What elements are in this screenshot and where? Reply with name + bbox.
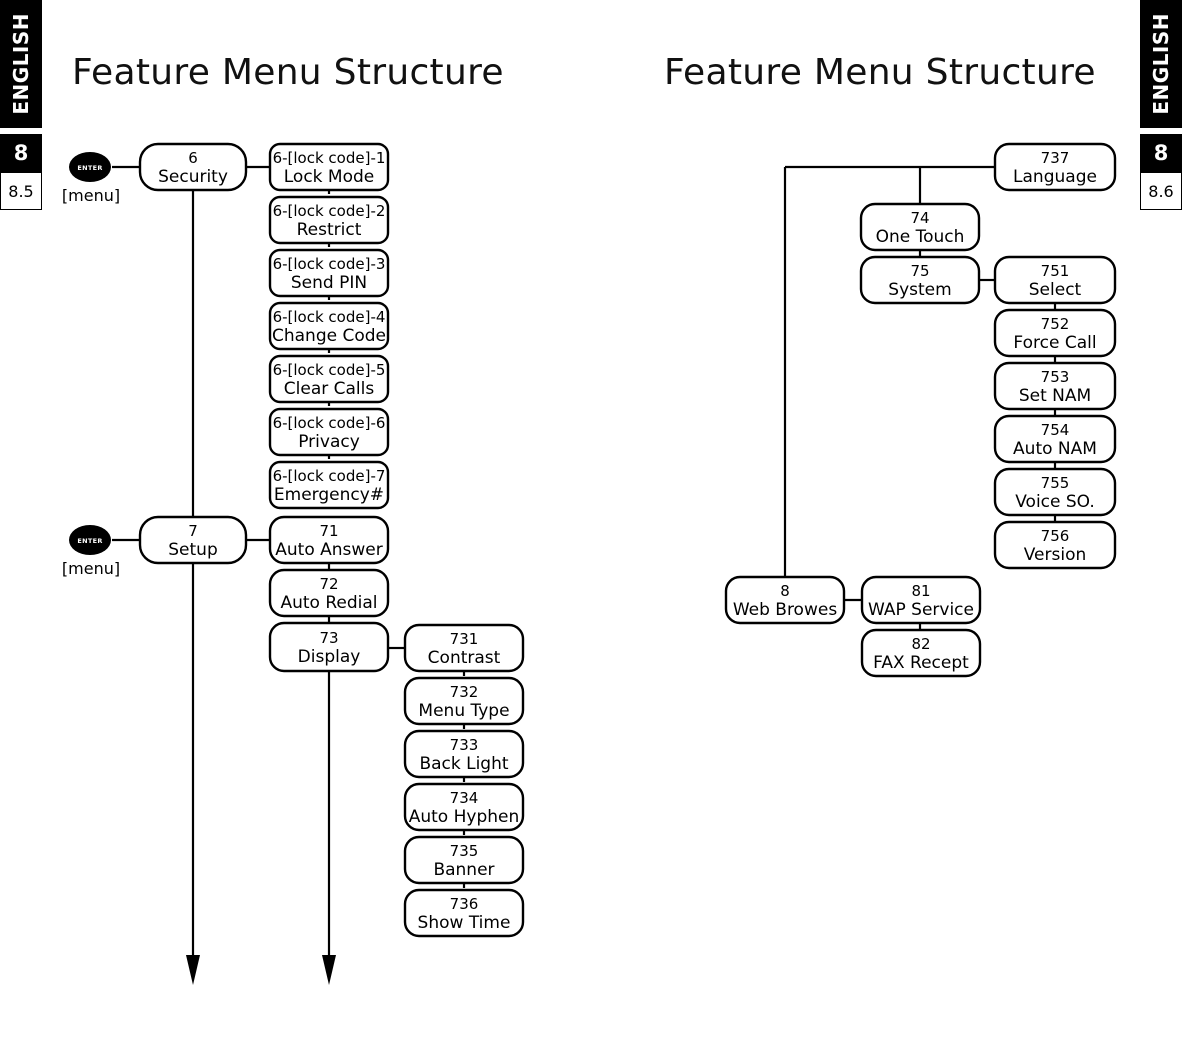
node-code: 6 (188, 149, 198, 167)
node-auto-answer[interactable]: 71 Auto Answer (268, 515, 390, 565)
enter-key-caption: [menu] (62, 559, 120, 578)
node-label: Auto Redial (280, 593, 377, 613)
node-code: 6-[lock code]-3 (273, 255, 386, 273)
node-menu-type[interactable]: 732 Menu Type (403, 676, 525, 726)
node-code: 74 (910, 209, 929, 227)
node-code: 752 (1041, 315, 1070, 333)
node-change-code[interactable]: 6-[lock code]-4 Change Code (268, 301, 390, 351)
node-label: Back Light (419, 754, 508, 774)
node-system[interactable]: 75 System (859, 255, 981, 305)
node-code: 737 (1041, 149, 1070, 167)
enter-key-glyph: ENTER (77, 537, 102, 545)
node-code: 6-[lock code]-1 (273, 149, 386, 167)
node-label: Clear Calls (284, 379, 375, 399)
node-code: 6-[lock code]-4 (273, 308, 386, 326)
node-code: 6-[lock code]-2 (273, 202, 386, 220)
node-code: 734 (450, 789, 479, 807)
node-label: Security (158, 167, 228, 187)
node-label: Show Time (418, 913, 511, 933)
node-label: Display (298, 647, 361, 667)
node-send-pin[interactable]: 6-[lock code]-3 Send PIN (268, 248, 390, 298)
node-back-light[interactable]: 733 Back Light (403, 729, 525, 779)
node-code: 6-[lock code]-7 (273, 467, 386, 485)
node-label: Privacy (298, 432, 360, 452)
node-label: Send PIN (291, 273, 367, 293)
node-security[interactable]: 6 Security (138, 142, 248, 192)
node-label: Web Browes (733, 600, 838, 620)
node-code: 756 (1041, 527, 1070, 545)
node-code: 71 (319, 522, 338, 540)
node-label: System (888, 280, 951, 300)
node-label: Force Call (1013, 333, 1096, 353)
enter-key-security[interactable]: ENTER [menu] (62, 152, 120, 205)
node-web-browser[interactable]: 8 Web Browes (724, 575, 846, 625)
node-force-call[interactable]: 752 Force Call (993, 308, 1117, 358)
node-show-time[interactable]: 736 Show Time (403, 888, 525, 938)
node-code: 81 (911, 582, 930, 600)
node-banner[interactable]: 735 Banner (403, 835, 525, 885)
node-label: Version (1024, 545, 1087, 565)
node-one-touch[interactable]: 74 One Touch (859, 202, 981, 252)
node-code: 7 (188, 522, 198, 540)
node-label: Menu Type (418, 701, 509, 721)
node-label: Set NAM (1019, 386, 1091, 406)
node-label: One Touch (876, 227, 965, 247)
node-select[interactable]: 751 Select (993, 255, 1117, 305)
node-restrict[interactable]: 6-[lock code]-2 Restrict (268, 195, 390, 245)
enter-key-caption: [menu] (62, 186, 120, 205)
node-label: Auto NAM (1013, 439, 1097, 459)
node-label: Auto Answer (275, 540, 383, 560)
node-auto-nam[interactable]: 754 Auto NAM (993, 414, 1117, 464)
node-code: 751 (1041, 262, 1070, 280)
node-label: Language (1013, 167, 1097, 187)
node-code: 754 (1041, 421, 1070, 439)
node-code: 733 (450, 736, 479, 754)
node-label: Voice SO. (1015, 492, 1095, 512)
node-code: 755 (1041, 474, 1070, 492)
node-label: Contrast (428, 648, 501, 668)
node-code: 731 (450, 630, 479, 648)
node-voice-so[interactable]: 755 Voice SO. (993, 467, 1117, 517)
node-label: FAX Recept (873, 653, 969, 673)
node-lock-mode[interactable]: 6-[lock code]-1 Lock Mode (268, 142, 390, 192)
node-display[interactable]: 73 Display (268, 621, 390, 673)
node-label: Restrict (297, 220, 362, 240)
node-code: 736 (450, 895, 479, 913)
node-code: 72 (319, 575, 338, 593)
node-label: Setup (168, 540, 217, 560)
feature-menu-diagram: ENTER [menu] ENTER [menu] 6 Security 6-[… (62, 142, 1117, 985)
node-clear-calls[interactable]: 6-[lock code]-5 Clear Calls (268, 354, 390, 404)
node-label: Banner (433, 860, 494, 880)
enter-key-setup[interactable]: ENTER [menu] (62, 525, 120, 578)
node-setup[interactable]: 7 Setup (138, 515, 248, 565)
node-auto-hyphen[interactable]: 734 Auto Hyphen (403, 782, 525, 832)
node-code: 73 (319, 629, 338, 647)
node-language[interactable]: 737 Language (993, 142, 1117, 192)
node-code: 8 (780, 582, 790, 600)
node-label: Lock Mode (284, 167, 375, 187)
node-label: Select (1029, 280, 1082, 300)
node-code: 75 (910, 262, 929, 280)
node-privacy[interactable]: 6-[lock code]-6 Privacy (268, 407, 390, 457)
node-label: Emergency# (274, 485, 384, 505)
node-label: WAP Service (868, 600, 974, 620)
node-set-nam[interactable]: 753 Set NAM (993, 361, 1117, 411)
node-fax-recept[interactable]: 82 FAX Recept (860, 628, 982, 678)
enter-key-glyph: ENTER (77, 164, 102, 172)
node-code: 6-[lock code]-5 (273, 361, 386, 379)
node-label: Change Code (272, 326, 386, 346)
node-auto-redial[interactable]: 72 Auto Redial (268, 568, 390, 618)
node-code: 6-[lock code]-6 (273, 414, 386, 432)
node-code: 82 (911, 635, 930, 653)
node-version[interactable]: 756 Version (993, 520, 1117, 570)
node-code: 753 (1041, 368, 1070, 386)
node-code: 735 (450, 842, 479, 860)
node-code: 732 (450, 683, 479, 701)
node-label: Auto Hyphen (409, 807, 520, 827)
node-emergency-number[interactable]: 6-[lock code]-7 Emergency# (268, 460, 390, 510)
node-contrast[interactable]: 731 Contrast (403, 623, 525, 673)
node-wap-service[interactable]: 81 WAP Service (860, 575, 982, 625)
